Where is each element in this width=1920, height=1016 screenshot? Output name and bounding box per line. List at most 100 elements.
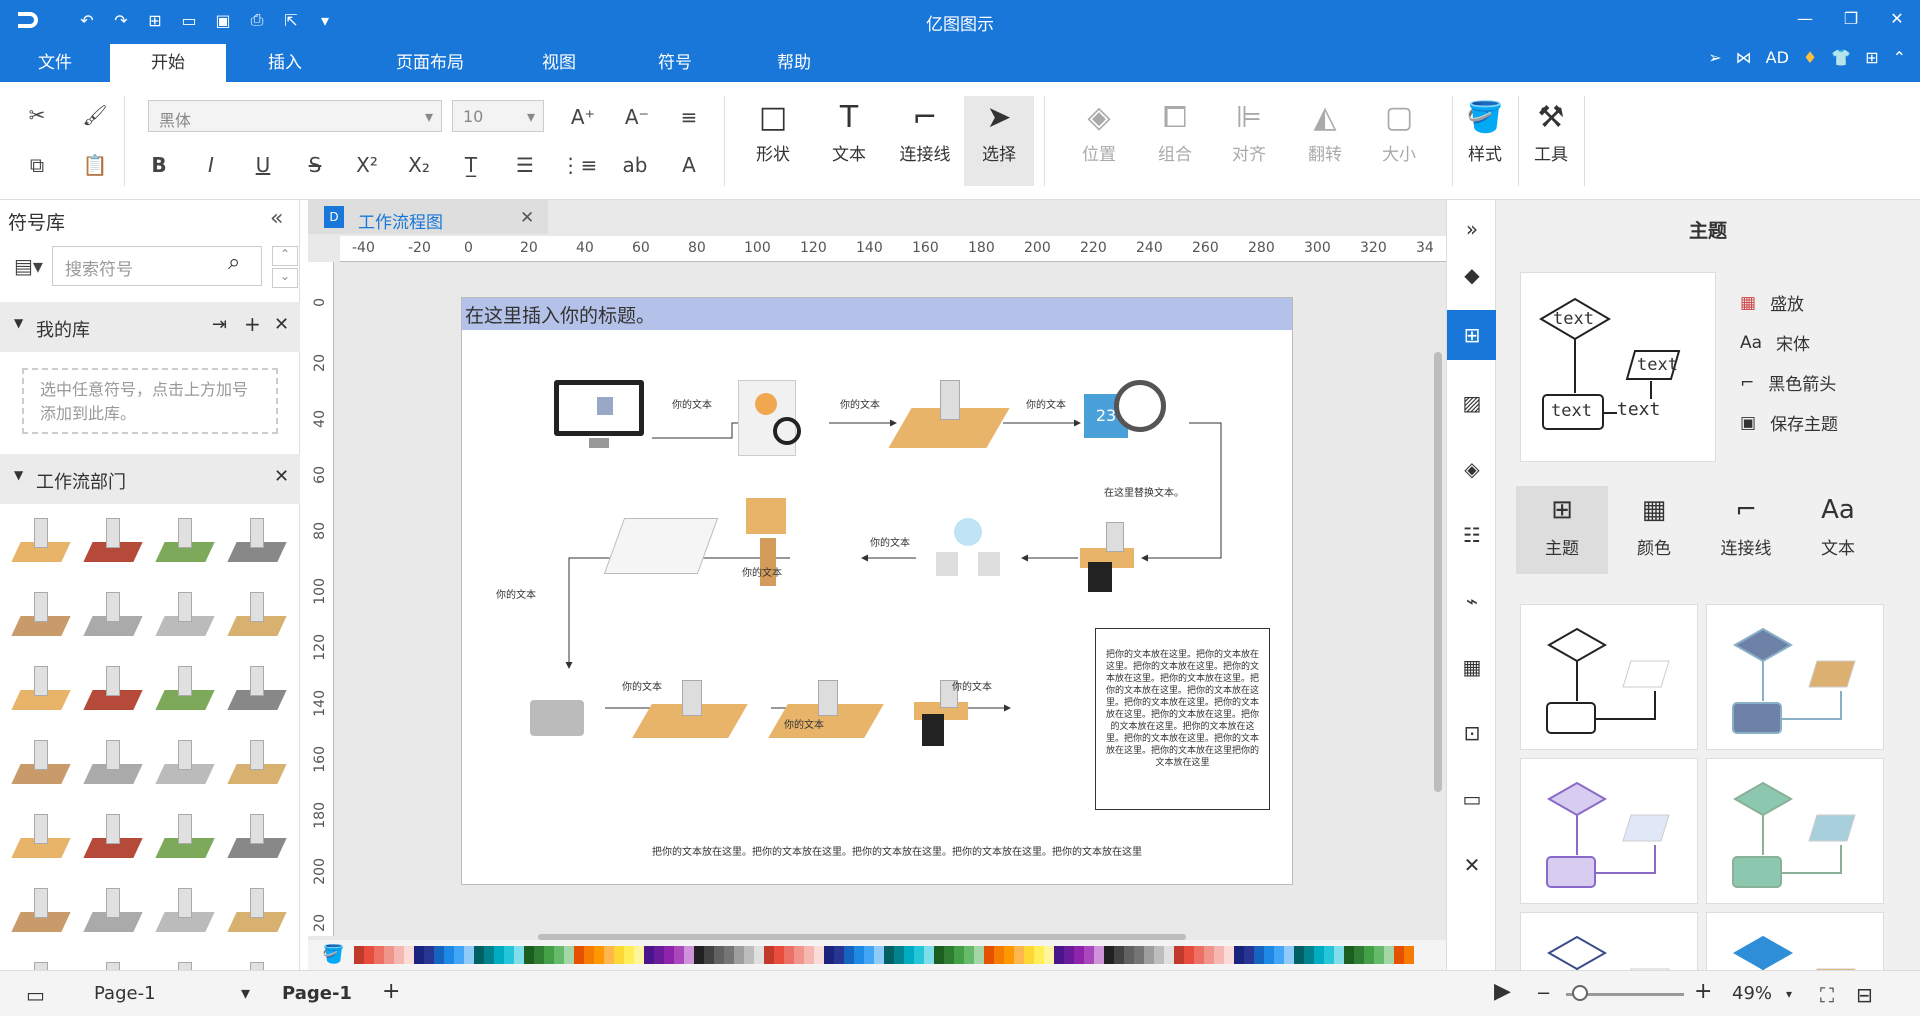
color-swatch[interactable] xyxy=(714,946,724,964)
restore-icon[interactable]: ❐ xyxy=(1828,0,1874,36)
close-section-icon[interactable]: ✕ xyxy=(274,466,289,487)
color-swatch[interactable] xyxy=(574,946,584,964)
color-swatch[interactable] xyxy=(504,946,514,964)
theme-tab-connector[interactable]: ⌐ 连接线 xyxy=(1700,486,1792,574)
symbol-item[interactable] xyxy=(152,660,215,722)
color-swatch[interactable] xyxy=(654,946,664,964)
format-painter-icon[interactable]: 🖌 xyxy=(78,98,112,132)
color-swatch[interactable] xyxy=(1234,946,1244,964)
worker-desk-icon[interactable] xyxy=(888,378,1010,448)
tab-page-layout[interactable]: 页面布局 xyxy=(368,44,492,82)
color-swatch[interactable] xyxy=(384,946,394,964)
color-swatch[interactable] xyxy=(1264,946,1274,964)
theme-tab-text[interactable]: Aa 文本 xyxy=(1792,486,1884,574)
color-swatch[interactable] xyxy=(494,946,504,964)
color-swatch[interactable] xyxy=(944,946,954,964)
color-swatch[interactable] xyxy=(604,946,614,964)
copy-icon[interactable]: ⧉ xyxy=(20,148,54,182)
zoom-out-icon[interactable]: − xyxy=(1536,983,1551,1004)
color-swatch[interactable] xyxy=(1254,946,1264,964)
import-icon[interactable]: ⇥ xyxy=(212,314,227,335)
align-button[interactable]: ⊫ 对齐 xyxy=(1214,96,1284,186)
close-icon[interactable]: ✕ xyxy=(1874,0,1920,36)
zoom-slider-thumb[interactable] xyxy=(1572,985,1588,1001)
color-swatch[interactable] xyxy=(854,946,864,964)
color-swatch[interactable] xyxy=(1374,946,1384,964)
close-tab-icon[interactable]: ✕ xyxy=(520,208,534,228)
symbol-item[interactable] xyxy=(80,512,143,574)
telephone-icon[interactable] xyxy=(518,678,588,740)
theme-card[interactable] xyxy=(1520,758,1698,904)
color-swatch[interactable] xyxy=(804,946,814,964)
color-swatch[interactable] xyxy=(1084,946,1094,964)
color-swatch[interactable] xyxy=(684,946,694,964)
align-icon[interactable]: ≡ xyxy=(672,100,706,134)
color-swatch[interactable] xyxy=(484,946,494,964)
subscript-icon[interactable]: X₂ xyxy=(402,148,436,182)
scroll-down-icon[interactable]: ⌄ xyxy=(272,268,298,288)
color-swatch[interactable] xyxy=(1004,946,1014,964)
color-swatch[interactable] xyxy=(1284,946,1294,964)
symbol-item[interactable] xyxy=(152,512,215,574)
publish-icon[interactable]: ➢ xyxy=(1708,48,1721,67)
italic-icon[interactable]: I xyxy=(194,148,228,182)
text-button[interactable]: T 文本 xyxy=(814,96,884,186)
theme-tab-theme[interactable]: ⊞ 主题 xyxy=(1516,486,1608,574)
color-swatch[interactable] xyxy=(1194,946,1204,964)
tools-button[interactable]: ⚒ 工具 xyxy=(1518,96,1584,186)
color-swatch[interactable] xyxy=(904,946,914,964)
library-menu-icon[interactable]: ▤▾ xyxy=(14,254,43,278)
shape-button[interactable]: □ 形状 xyxy=(738,96,808,186)
color-swatch[interactable] xyxy=(694,946,704,964)
strikethrough-icon[interactable]: S xyxy=(298,148,332,182)
color-swatch[interactable] xyxy=(444,946,454,964)
color-swatch[interactable] xyxy=(744,946,754,964)
share-icon[interactable]: ⋈ xyxy=(1736,48,1752,67)
org-icon[interactable]: ⊡ xyxy=(1455,716,1489,750)
color-swatch[interactable] xyxy=(704,946,714,964)
color-swatch[interactable] xyxy=(1124,946,1134,964)
underline-icon[interactable]: U xyxy=(246,148,280,182)
font-family-select[interactable]: 黑体 ▾ xyxy=(148,100,442,132)
add-page-icon[interactable]: + xyxy=(382,979,400,1004)
symbol-item[interactable] xyxy=(8,808,71,870)
color-swatch[interactable] xyxy=(404,946,414,964)
bullets-icon[interactable]: ⋮≡ xyxy=(561,148,598,182)
group-button[interactable]: ⧠ 组合 xyxy=(1140,96,1210,186)
color-swatch[interactable] xyxy=(414,946,424,964)
theme-option-save[interactable]: ▣ 保存主题 xyxy=(1740,410,1838,436)
color-swatch[interactable] xyxy=(1324,946,1334,964)
flow-label[interactable]: 你的文本 xyxy=(672,396,712,411)
cut-icon[interactable]: ✂ xyxy=(20,98,54,132)
diagram-page[interactable]: 在这里插入你的标题。 23 你的文本 你的文本 你的文本 在这里替换文本。 你的… xyxy=(461,297,1293,885)
color-swatch[interactable] xyxy=(1144,946,1154,964)
collapse-panel-icon[interactable]: « xyxy=(270,206,283,231)
symbol-item[interactable] xyxy=(152,882,215,944)
color-swatch[interactable] xyxy=(1044,946,1054,964)
color-swatch[interactable] xyxy=(354,946,364,964)
workflow-dept-section[interactable]: ▼ 工作流部门 ✕ xyxy=(0,454,300,504)
color-swatch[interactable] xyxy=(1204,946,1214,964)
bold-icon[interactable]: B xyxy=(142,148,176,182)
color-swatch[interactable] xyxy=(634,946,644,964)
color-swatch[interactable] xyxy=(364,946,374,964)
color-swatch[interactable] xyxy=(1064,946,1074,964)
color-swatch[interactable] xyxy=(1274,946,1284,964)
flow-label[interactable]: 你的文本 xyxy=(840,396,880,411)
symbol-item[interactable] xyxy=(8,586,71,648)
footer-text[interactable]: 把你的文本放在这里。把你的文本放在这里。把你的文本放在这里。把你的文本放在这里。… xyxy=(652,843,1142,858)
color-swatch[interactable] xyxy=(1074,946,1084,964)
flow-label[interactable]: 你的文本 xyxy=(496,586,536,601)
size-button[interactable]: ▢ 大小 xyxy=(1364,96,1434,186)
my-library-section[interactable]: ▼ 我的库 ⇥ + ✕ xyxy=(0,302,300,352)
symbol-item[interactable] xyxy=(8,512,71,574)
theme-icon[interactable]: ⊞ xyxy=(1447,310,1497,360)
color-swatch[interactable] xyxy=(1244,946,1254,964)
color-swatch[interactable] xyxy=(1344,946,1354,964)
color-swatch[interactable] xyxy=(974,946,984,964)
document-tab[interactable]: D 工作流程图 ✕ xyxy=(308,200,548,234)
close-section-icon[interactable]: ✕ xyxy=(274,314,289,335)
color-swatch[interactable] xyxy=(1164,946,1174,964)
color-swatch[interactable] xyxy=(374,946,384,964)
color-swatch[interactable] xyxy=(554,946,564,964)
